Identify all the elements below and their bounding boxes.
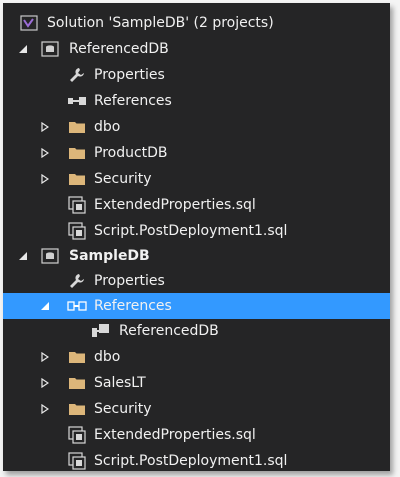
item-label: Security — [94, 401, 152, 417]
collapsed-triangle-icon[interactable] — [39, 173, 51, 185]
expanded-triangle-icon[interactable] — [17, 250, 29, 262]
tree-row-sql-file[interactable]: Script.PostDeployment1.sql — [3, 218, 390, 244]
collapsed-triangle-icon[interactable] — [39, 147, 51, 159]
item-label: References — [94, 298, 172, 314]
item-label: dbo — [94, 119, 121, 135]
item-label: Script.PostDeployment1.sql — [94, 223, 288, 239]
collapsed-triangle-icon[interactable] — [39, 377, 51, 389]
sql-file-icon — [67, 426, 87, 444]
project-label: SampleDB — [69, 248, 150, 264]
tree-row-folder-productdb[interactable]: ProductDB — [3, 140, 390, 166]
sql-file-icon — [67, 222, 87, 240]
wrench-icon — [67, 66, 87, 84]
tree-row-folder-security[interactable]: Security — [3, 396, 390, 422]
tree-row-sql-file[interactable]: ExtendedProperties.sql — [3, 192, 390, 218]
item-label: References — [94, 93, 172, 109]
folder-icon — [67, 348, 87, 366]
database-project-icon — [40, 40, 60, 58]
item-label: ReferencedDB — [119, 323, 219, 339]
item-label: dbo — [94, 349, 121, 365]
folder-icon — [67, 400, 87, 418]
collapsed-triangle-icon[interactable] — [39, 351, 51, 363]
item-label: ProductDB — [94, 145, 168, 161]
tree-row-sql-file[interactable]: Script.PostDeployment1.sql — [3, 448, 390, 471]
item-label: Properties — [94, 67, 165, 83]
tree-row-project-referenceddb[interactable]: ReferencedDB — [3, 36, 390, 62]
tree-row-references-selected[interactable]: References — [3, 293, 390, 319]
sql-file-icon — [67, 196, 87, 214]
item-label: Properties — [94, 273, 165, 289]
database-reference-icon — [91, 322, 111, 340]
item-label: Script.PostDeployment1.sql — [94, 453, 288, 469]
wrench-icon — [67, 272, 87, 290]
references-icon — [67, 297, 87, 315]
collapsed-triangle-icon[interactable] — [39, 121, 51, 133]
expanded-triangle-icon[interactable] — [39, 300, 51, 312]
solution-label: Solution 'SampleDB' (2 projects) — [47, 15, 274, 31]
project-label: ReferencedDB — [69, 41, 169, 57]
folder-icon — [67, 374, 87, 392]
database-project-icon — [40, 247, 60, 265]
tree-row-database-reference[interactable]: ReferencedDB — [3, 318, 390, 344]
folder-icon — [67, 118, 87, 136]
item-label: ExtendedProperties.sql — [94, 197, 256, 213]
tree-row-solution[interactable]: Solution 'SampleDB' (2 projects) — [3, 10, 390, 36]
references-icon — [67, 92, 87, 110]
tree-row-folder-saleslt[interactable]: SalesLT — [3, 370, 390, 396]
tree-row-sql-file[interactable]: ExtendedProperties.sql — [3, 422, 390, 448]
folder-icon — [67, 170, 87, 188]
folder-icon — [67, 144, 87, 162]
item-label: SalesLT — [94, 375, 146, 391]
sql-file-icon — [67, 452, 87, 470]
tree-row-properties[interactable]: Properties — [3, 62, 390, 88]
tree-row-references[interactable]: References — [3, 88, 390, 114]
item-label: Security — [94, 171, 152, 187]
tree-row-folder-security[interactable]: Security — [3, 166, 390, 192]
collapsed-triangle-icon[interactable] — [39, 403, 51, 415]
tree-row-folder-dbo[interactable]: dbo — [3, 114, 390, 140]
tree-row-folder-dbo[interactable]: dbo — [3, 344, 390, 370]
tree-row-project-sampledb[interactable]: SampleDB — [3, 243, 390, 269]
item-label: ExtendedProperties.sql — [94, 427, 256, 443]
visual-studio-solution-icon — [19, 14, 39, 32]
tree-row-properties[interactable]: Properties — [3, 268, 390, 294]
solution-explorer: Solution 'SampleDB' (2 projects) Referen… — [3, 3, 390, 471]
expanded-triangle-icon[interactable] — [17, 43, 29, 55]
